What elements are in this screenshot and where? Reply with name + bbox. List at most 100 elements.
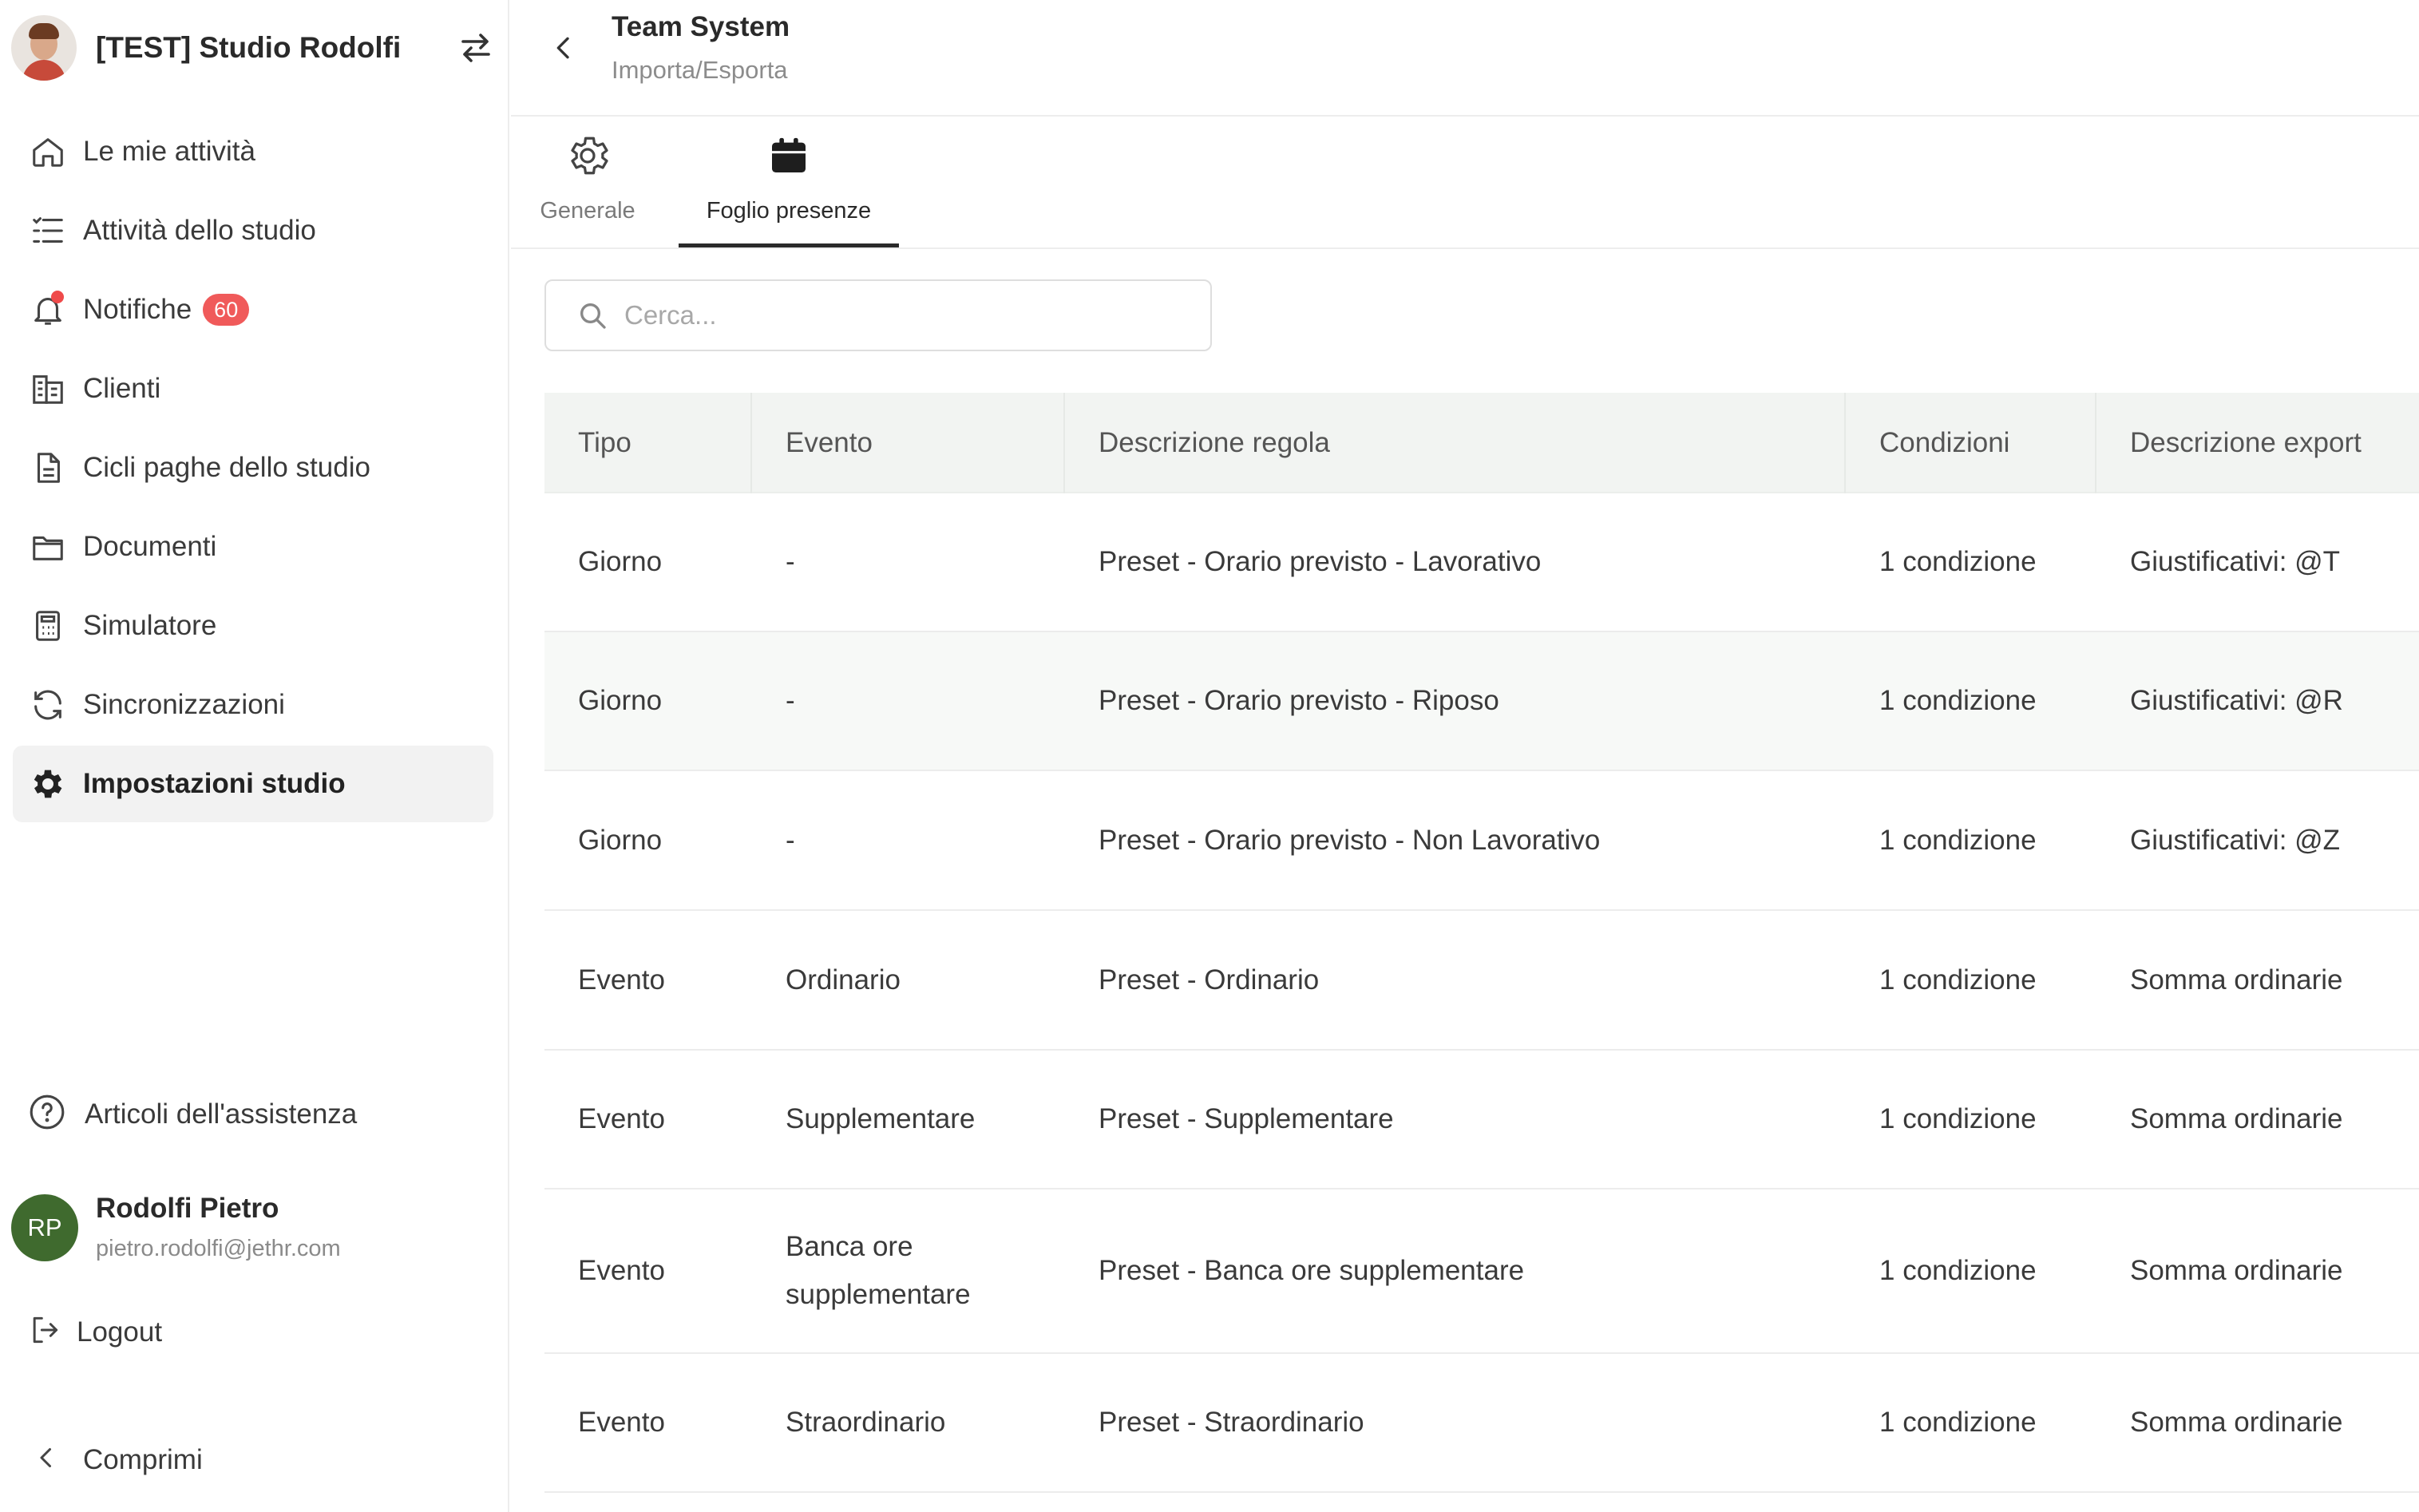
rules-table: Tipo Evento Descrizione regola Condizion…	[544, 393, 2419, 1493]
tab-bar: Generale Foglio presenze	[511, 118, 2419, 249]
back-button[interactable]	[543, 27, 584, 69]
cell-evento: -	[786, 546, 795, 577]
sidebar-item-label: Le mie attività	[83, 136, 255, 167]
building-icon	[27, 368, 69, 410]
cell-evento: -	[786, 824, 795, 856]
gear-icon	[27, 763, 69, 805]
cell-descrizione-regola: Preset - Ordinario	[1099, 964, 1320, 995]
user-email: pietro.rodolfi@jethr.com	[96, 1236, 341, 1261]
cell-descrizione-export: Giustificativi: @R	[2130, 685, 2343, 716]
cell-descrizione-regola: Preset - Supplementare	[1099, 1103, 1394, 1134]
cell-evento: Supplementare	[786, 1103, 976, 1134]
bell-icon	[27, 289, 69, 331]
sidebar-item-label: Cicli paghe dello studio	[83, 452, 370, 483]
org-avatar	[11, 15, 77, 81]
sidebar-item-documenti[interactable]: Documenti	[13, 509, 493, 585]
calculator-icon	[27, 605, 69, 647]
switch-arrows-icon[interactable]	[453, 26, 498, 70]
sidebar-item-label: Notifiche	[83, 294, 192, 325]
cell-condizioni: 1 condizione	[1879, 964, 2037, 995]
chevron-left-icon	[32, 1443, 61, 1476]
sidebar-item-label: Sincronizzazioni	[83, 689, 285, 720]
logout-button[interactable]: Logout	[27, 1312, 162, 1352]
cell-tipo: Giorno	[578, 546, 663, 577]
notification-dot	[51, 291, 64, 303]
table-row[interactable]: Giorno - Preset - Orario previsto - Ripo…	[544, 632, 2419, 771]
cell-tipo: Giorno	[578, 685, 663, 716]
logout-label: Logout	[77, 1316, 163, 1348]
table-row[interactable]: Evento Ordinario Preset - Ordinario 1 co…	[544, 911, 2419, 1051]
cell-descrizione-export: Somma ordinarie	[2130, 1407, 2343, 1438]
cell-evento: Ordinario	[786, 964, 901, 995]
folder-icon	[27, 526, 69, 568]
cell-tipo: Evento	[578, 1103, 665, 1134]
sidebar-item-simulatore[interactable]: Simulatore	[13, 588, 493, 664]
cell-tipo: Evento	[578, 1255, 665, 1286]
column-header-evento[interactable]: Evento	[752, 393, 1065, 493]
org-name: [TEST] Studio Rodolfi	[96, 31, 402, 64]
help-articles-label: Articoli dell'assistenza	[85, 1098, 358, 1130]
sidebar-item-impostazioni-studio[interactable]: Impostazioni studio	[13, 746, 493, 822]
notification-count-badge: 60	[203, 294, 250, 326]
sidebar-item-sincronizzazioni[interactable]: Sincronizzazioni	[13, 667, 493, 743]
list-icon	[27, 210, 69, 251]
cell-evento: Straordinario	[786, 1407, 946, 1438]
sidebar-item-cicli-paghe[interactable]: Cicli paghe dello studio	[13, 429, 493, 506]
cell-descrizione-regola: Preset - Orario previsto - Non Lavorativ…	[1099, 824, 1601, 856]
column-header-descrizione-export[interactable]: Descrizione export	[2096, 393, 2419, 493]
cell-condizioni: 1 condizione	[1879, 546, 2037, 577]
cell-tipo: Giorno	[578, 824, 663, 856]
sidebar-item-label: Documenti	[83, 531, 217, 562]
tab-label: Foglio presenze	[706, 198, 872, 224]
column-header-tipo[interactable]: Tipo	[544, 393, 752, 493]
table-row[interactable]: Giorno - Preset - Orario previsto - Non …	[544, 771, 2419, 911]
collapse-label: Comprimi	[83, 1443, 203, 1475]
cell-tipo: Evento	[578, 964, 665, 995]
search-box[interactable]	[544, 279, 1212, 351]
help-circle-icon	[27, 1092, 67, 1136]
cell-descrizione-regola: Preset - Orario previsto - Lavorativo	[1099, 546, 1542, 577]
column-header-descrizione-regola[interactable]: Descrizione regola	[1065, 393, 1846, 493]
column-header-condizioni[interactable]: Condizioni	[1846, 393, 2096, 493]
cell-evento: Banca ore supplementare	[786, 1231, 971, 1310]
search-input[interactable]	[624, 300, 1167, 331]
cell-condizioni: 1 condizione	[1879, 685, 2037, 716]
table-row[interactable]: Evento Straordinario Preset - Straordina…	[544, 1354, 2419, 1493]
document-icon	[27, 447, 69, 489]
sidebar-nav: Le mie attività Attività dello studio No…	[13, 113, 493, 825]
user-name: Rodolfi Pietro	[96, 1193, 279, 1224]
calendar-icon	[764, 131, 814, 180]
gear-icon	[563, 131, 612, 180]
cell-descrizione-regola: Preset - Orario previsto - Riposo	[1099, 685, 1499, 716]
user-profile[interactable]: RP Rodolfi Pietro pietro.rodolfi@jethr.c…	[11, 1193, 341, 1262]
cell-descrizione-regola: Preset - Banca ore supplementare	[1099, 1255, 1525, 1286]
help-articles-link[interactable]: Articoli dell'assistenza	[27, 1092, 357, 1136]
sidebar-item-label: Impostazioni studio	[83, 768, 346, 799]
cell-condizioni: 1 condizione	[1879, 824, 2037, 856]
tab-foglio-presenze[interactable]: Foglio presenze	[679, 131, 899, 247]
table-row[interactable]: Evento Banca ore supplementare Preset - …	[544, 1189, 2419, 1354]
tab-label: Generale	[540, 198, 635, 224]
sidebar-item-le-mie-attivita[interactable]: Le mie attività	[13, 113, 493, 190]
page-title: Team System	[612, 11, 790, 42]
sidebar: [TEST] Studio Rodolfi Le mie attività At…	[0, 0, 509, 1512]
tab-generale[interactable]: Generale	[540, 131, 635, 247]
cell-descrizione-regola: Preset - Straordinario	[1099, 1407, 1364, 1438]
sidebar-item-label: Attività dello studio	[83, 215, 316, 246]
logout-icon	[27, 1312, 62, 1352]
sidebar-item-attivita-studio[interactable]: Attività dello studio	[13, 192, 493, 269]
table-row[interactable]: Evento Supplementare Preset - Supplement…	[544, 1051, 2419, 1189]
collapse-sidebar-button[interactable]: Comprimi	[32, 1443, 203, 1476]
org-switcher[interactable]: [TEST] Studio Rodolfi	[11, 14, 498, 81]
cell-descrizione-export: Somma ordinarie	[2130, 1103, 2343, 1134]
cell-condizioni: 1 condizione	[1879, 1407, 2037, 1438]
cell-descrizione-export: Somma ordinarie	[2130, 964, 2343, 995]
search-icon	[575, 298, 610, 333]
sidebar-item-clienti[interactable]: Clienti	[13, 350, 493, 427]
table-row[interactable]: Giorno - Preset - Orario previsto - Lavo…	[544, 493, 2419, 632]
sidebar-item-notifiche[interactable]: Notifiche 60	[13, 271, 493, 348]
home-icon	[27, 131, 69, 172]
table-header: Tipo Evento Descrizione regola Condizion…	[544, 393, 2419, 493]
cell-condizioni: 1 condizione	[1879, 1255, 2037, 1286]
cell-condizioni: 1 condizione	[1879, 1103, 2037, 1134]
